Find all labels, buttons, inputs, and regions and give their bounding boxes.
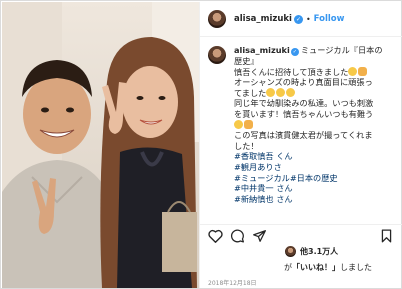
hashtag-link[interactable]: #観月ありさ: [234, 162, 397, 173]
caption-line: 歴史』: [234, 56, 259, 66]
post-details-panel: alisa_mizuki ✓ • Follow alisa_mizuki ✓ ミュー…: [199, 2, 402, 288]
liker-avatar: [284, 245, 297, 258]
caption-line: この写真は濱貫健太君が撮ってくれま: [234, 130, 373, 141]
hashtag-link[interactable]: #香取慎吾 くん: [234, 151, 397, 162]
follow-button[interactable]: Follow: [314, 14, 345, 24]
hand-emoji-icon: [244, 119, 253, 129]
hashtag-link[interactable]: #ミュージカル#日本の歴史: [234, 173, 397, 184]
post-actions: 他3.1万人 が「いいね！」しました 2018年12月18日: [200, 224, 402, 288]
photo-illustration: [2, 2, 199, 288]
caption-line: 慎吾くんに招待して頂きました: [234, 66, 397, 78]
bookmark-icon[interactable]: [380, 229, 393, 243]
hashtag-link[interactable]: #新納慎也 さん: [234, 194, 397, 205]
smile-emoji-icon: [234, 119, 243, 129]
likes-summary: 他3.1万人: [284, 245, 338, 258]
comment-icon[interactable]: [230, 229, 245, 243]
post-date[interactable]: 2018年12月18日: [208, 278, 257, 287]
likes-count[interactable]: 他3.1万人: [300, 246, 338, 257]
avatar[interactable]: [208, 10, 226, 28]
username-link[interactable]: alisa_mizuki: [234, 14, 292, 24]
caption-line: 同じ年で幼馴染みの私達。いつも刺激: [234, 98, 374, 109]
caption-line: した！: [234, 140, 259, 151]
post-header: alisa_mizuki ✓ • Follow: [200, 2, 402, 37]
hand-emoji-icon: [358, 66, 368, 76]
instagram-post-card: alisa_mizuki ✓ • Follow alisa_mizuki ✓ ミュー…: [0, 0, 402, 289]
caption-line: [234, 119, 397, 131]
heart-icon[interactable]: [208, 229, 223, 243]
laugh-emoji-icon: [266, 87, 276, 97]
caption-avatar[interactable]: [208, 46, 226, 64]
smile-emoji-icon: [348, 66, 358, 76]
caption-line: てました: [234, 87, 397, 99]
likes-text: が「いいね！」しました: [284, 263, 372, 272]
laugh-emoji-icon: [276, 87, 286, 97]
verified-badge-icon: ✓: [293, 14, 303, 24]
verified-badge-icon: ✓: [290, 48, 299, 56]
caption-line: オーシャンズの時より真面目に頑張っ: [234, 77, 373, 88]
separator-dot: •: [305, 14, 311, 24]
caption-text: alisa_mizuki ✓ ミュージカル『日本の 歴史』 慎吾くんに招待して頂きま…: [234, 45, 397, 204]
share-icon[interactable]: [252, 229, 267, 243]
hashtag-link[interactable]: #中井貴一 さん: [234, 183, 397, 194]
post-photo[interactable]: [2, 2, 199, 288]
caption-line: alisa_mizuki ✓ ミュージカル『日本の: [234, 45, 383, 56]
action-icons: [208, 225, 395, 247]
caption-area: alisa_mizuki ✓ ミュージカル『日本の 歴史』 慎吾くんに招待して頂きま…: [200, 38, 402, 224]
caption-line: を貰います！慎吾ちゃんいつも有難う: [234, 108, 374, 119]
caption-username-link[interactable]: alisa_mizuki: [234, 45, 290, 55]
laugh-emoji-icon: [286, 87, 296, 97]
